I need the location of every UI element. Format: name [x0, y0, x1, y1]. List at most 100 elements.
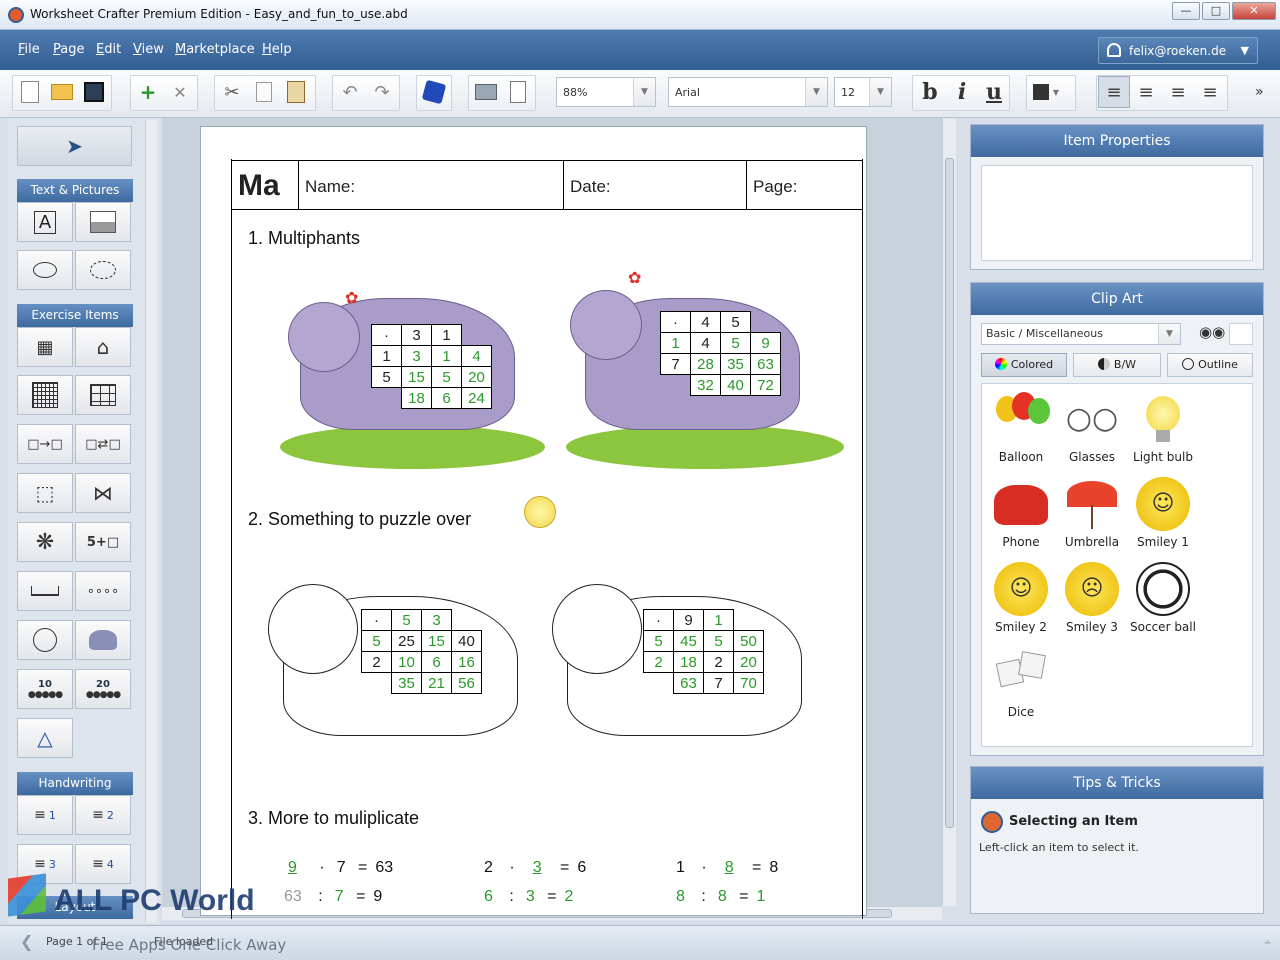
inverse-chain-button[interactable]: □⇄□: [75, 424, 131, 464]
font-family-select[interactable]: Arial ▼: [668, 77, 828, 107]
menu-edit[interactable]: Edit: [96, 42, 121, 57]
font-size-select[interactable]: 12 ▼: [834, 77, 892, 107]
print-button[interactable]: [470, 76, 502, 108]
formula-button[interactable]: 5+□: [75, 522, 131, 562]
lines-3-label: 3: [48, 857, 56, 871]
align-right-button[interactable]: ≡: [1162, 76, 1194, 108]
ruler-button[interactable]: [17, 571, 73, 611]
redo-button[interactable]: ↷: [366, 76, 398, 108]
open-button[interactable]: [46, 76, 78, 108]
bold-button[interactable]: b: [914, 76, 946, 108]
align-center-button[interactable]: ≡: [1130, 76, 1162, 108]
textbox-tool-button[interactable]: A: [17, 202, 73, 242]
italic-button[interactable]: i: [946, 76, 978, 108]
clip-dice[interactable]: Dice: [986, 647, 1056, 719]
binoculars-icon[interactable]: ◉◉: [1199, 323, 1225, 341]
number-wheel-button[interactable]: ❋: [17, 522, 73, 562]
clip-smiley-1[interactable]: ☺ Smiley 1: [1128, 477, 1198, 549]
grid-cell: 35: [720, 353, 751, 375]
elephant-puzzle-button[interactable]: [75, 620, 131, 660]
colored-mode-button[interactable]: Colored: [981, 353, 1067, 377]
puzzle-grid-1: · 5 3 5 25 15 40 2 10 6 16 35 21 56: [361, 609, 482, 694]
table-button[interactable]: [75, 375, 131, 415]
select-tool-button[interactable]: ➤: [17, 126, 132, 166]
tips-title: Tips & Tricks: [971, 767, 1263, 799]
zoom-select[interactable]: 88% ▼: [556, 77, 656, 107]
counting-20-button[interactable]: 20 ●●●●●: [75, 669, 131, 709]
clip-light-bulb[interactable]: Light bulb: [1128, 392, 1198, 464]
clip-art-category-select[interactable]: Basic / Miscellaneous ▼: [981, 323, 1181, 345]
vertical-scrollbar[interactable]: [942, 118, 956, 906]
clip-label: Glasses: [1068, 450, 1116, 464]
page-field: Page:: [746, 160, 863, 210]
delete-page-button[interactable]: ✕: [164, 76, 196, 108]
clip-art-panel: Clip Art Basic / Miscellaneous ▼ ◉◉ Color…: [970, 282, 1264, 756]
geometry-button[interactable]: △: [17, 718, 73, 758]
outline-mode-button[interactable]: Outline: [1167, 353, 1253, 377]
resize-grip-icon[interactable]: ∸: [1264, 938, 1272, 949]
answer: 8: [724, 859, 734, 876]
grid-cell: 56: [451, 672, 482, 694]
copy-button[interactable]: [248, 76, 280, 108]
thought-bubble-button[interactable]: [75, 250, 131, 290]
clip-soccer-ball[interactable]: Soccer ball: [1128, 562, 1198, 634]
new-document-button[interactable]: [14, 76, 46, 108]
table-grid-button[interactable]: [17, 375, 73, 415]
clip-label: Dice: [1007, 705, 1035, 719]
search-field[interactable]: [1229, 323, 1253, 345]
clip-glasses[interactable]: ○○ Glasses: [1057, 392, 1127, 464]
randomize-button[interactable]: [418, 76, 450, 108]
operator: :: [701, 888, 706, 905]
number-house-button[interactable]: ⌂: [75, 327, 131, 367]
toolbar-overflow-icon[interactable]: »: [1255, 84, 1264, 100]
justify-icon: ≡: [1202, 81, 1218, 103]
scroll-thumb[interactable]: [945, 158, 954, 828]
answer: 8: [717, 888, 727, 905]
cut-button[interactable]: ✂: [216, 76, 248, 108]
menu-marketplace[interactable]: Marketplace: [175, 42, 255, 57]
user-account-button[interactable]: felix@roeken.de ▼: [1098, 37, 1258, 64]
justify-button[interactable]: ≡: [1194, 76, 1226, 108]
menu-file[interactable]: File: [18, 42, 40, 57]
calc-square-button[interactable]: ⬚: [17, 473, 73, 513]
clip-smiley-2[interactable]: ☺ Smiley 2: [986, 562, 1056, 634]
number-line-button[interactable]: ∘∘∘∘: [75, 571, 131, 611]
maximize-button[interactable]: □: [1202, 2, 1230, 20]
text-color-button[interactable]: ▼: [1030, 76, 1062, 108]
handwriting-lines-2-button[interactable]: ≡ 2: [75, 795, 131, 835]
image-icon: [90, 211, 116, 233]
page-preview-button[interactable]: [502, 76, 534, 108]
close-button[interactable]: ✕: [1232, 2, 1276, 20]
align-right-icon: ≡: [1170, 81, 1186, 103]
clip-smiley-3[interactable]: ☹ Smiley 3: [1057, 562, 1127, 634]
clip-umbrella[interactable]: Umbrella: [1057, 477, 1127, 549]
number-wall-button[interactable]: ▦: [17, 327, 73, 367]
menu-page[interactable]: Page: [53, 42, 84, 57]
image-tool-button[interactable]: [75, 202, 131, 242]
clip-phone[interactable]: Phone: [986, 477, 1056, 549]
paste-button[interactable]: [280, 76, 312, 108]
grid-cell: ·: [643, 609, 674, 631]
bw-mode-button[interactable]: B/W: [1073, 353, 1161, 377]
clip-label: Phone: [1002, 535, 1040, 549]
minimize-button[interactable]: —: [1172, 2, 1200, 20]
number-line-icon: ∘∘∘∘: [86, 583, 120, 599]
arrow-chain-button[interactable]: □→□: [17, 424, 73, 464]
counting-10-button[interactable]: 10 ●●●●●: [17, 669, 73, 709]
add-page-button[interactable]: +: [132, 76, 164, 108]
grid-cell: 5: [391, 609, 422, 631]
save-button[interactable]: [78, 76, 110, 108]
clock-button[interactable]: [17, 620, 73, 660]
chain-icon: □→□: [27, 436, 63, 452]
undo-button[interactable]: ↶: [334, 76, 366, 108]
clip-balloon[interactable]: Balloon: [986, 392, 1056, 464]
menu-view[interactable]: View: [133, 42, 164, 57]
clip-label: Smiley 1: [1137, 535, 1189, 549]
speech-bubble-button[interactable]: [17, 250, 73, 290]
align-left-button[interactable]: ≡: [1098, 76, 1130, 108]
handwriting-lines-1-button[interactable]: ≡ 1: [17, 795, 73, 835]
calc-cross-button[interactable]: ⋈: [75, 473, 131, 513]
palette-scrollbar[interactable]: [145, 120, 157, 922]
underline-button[interactable]: u: [978, 76, 1010, 108]
menu-help[interactable]: Help: [262, 42, 292, 57]
